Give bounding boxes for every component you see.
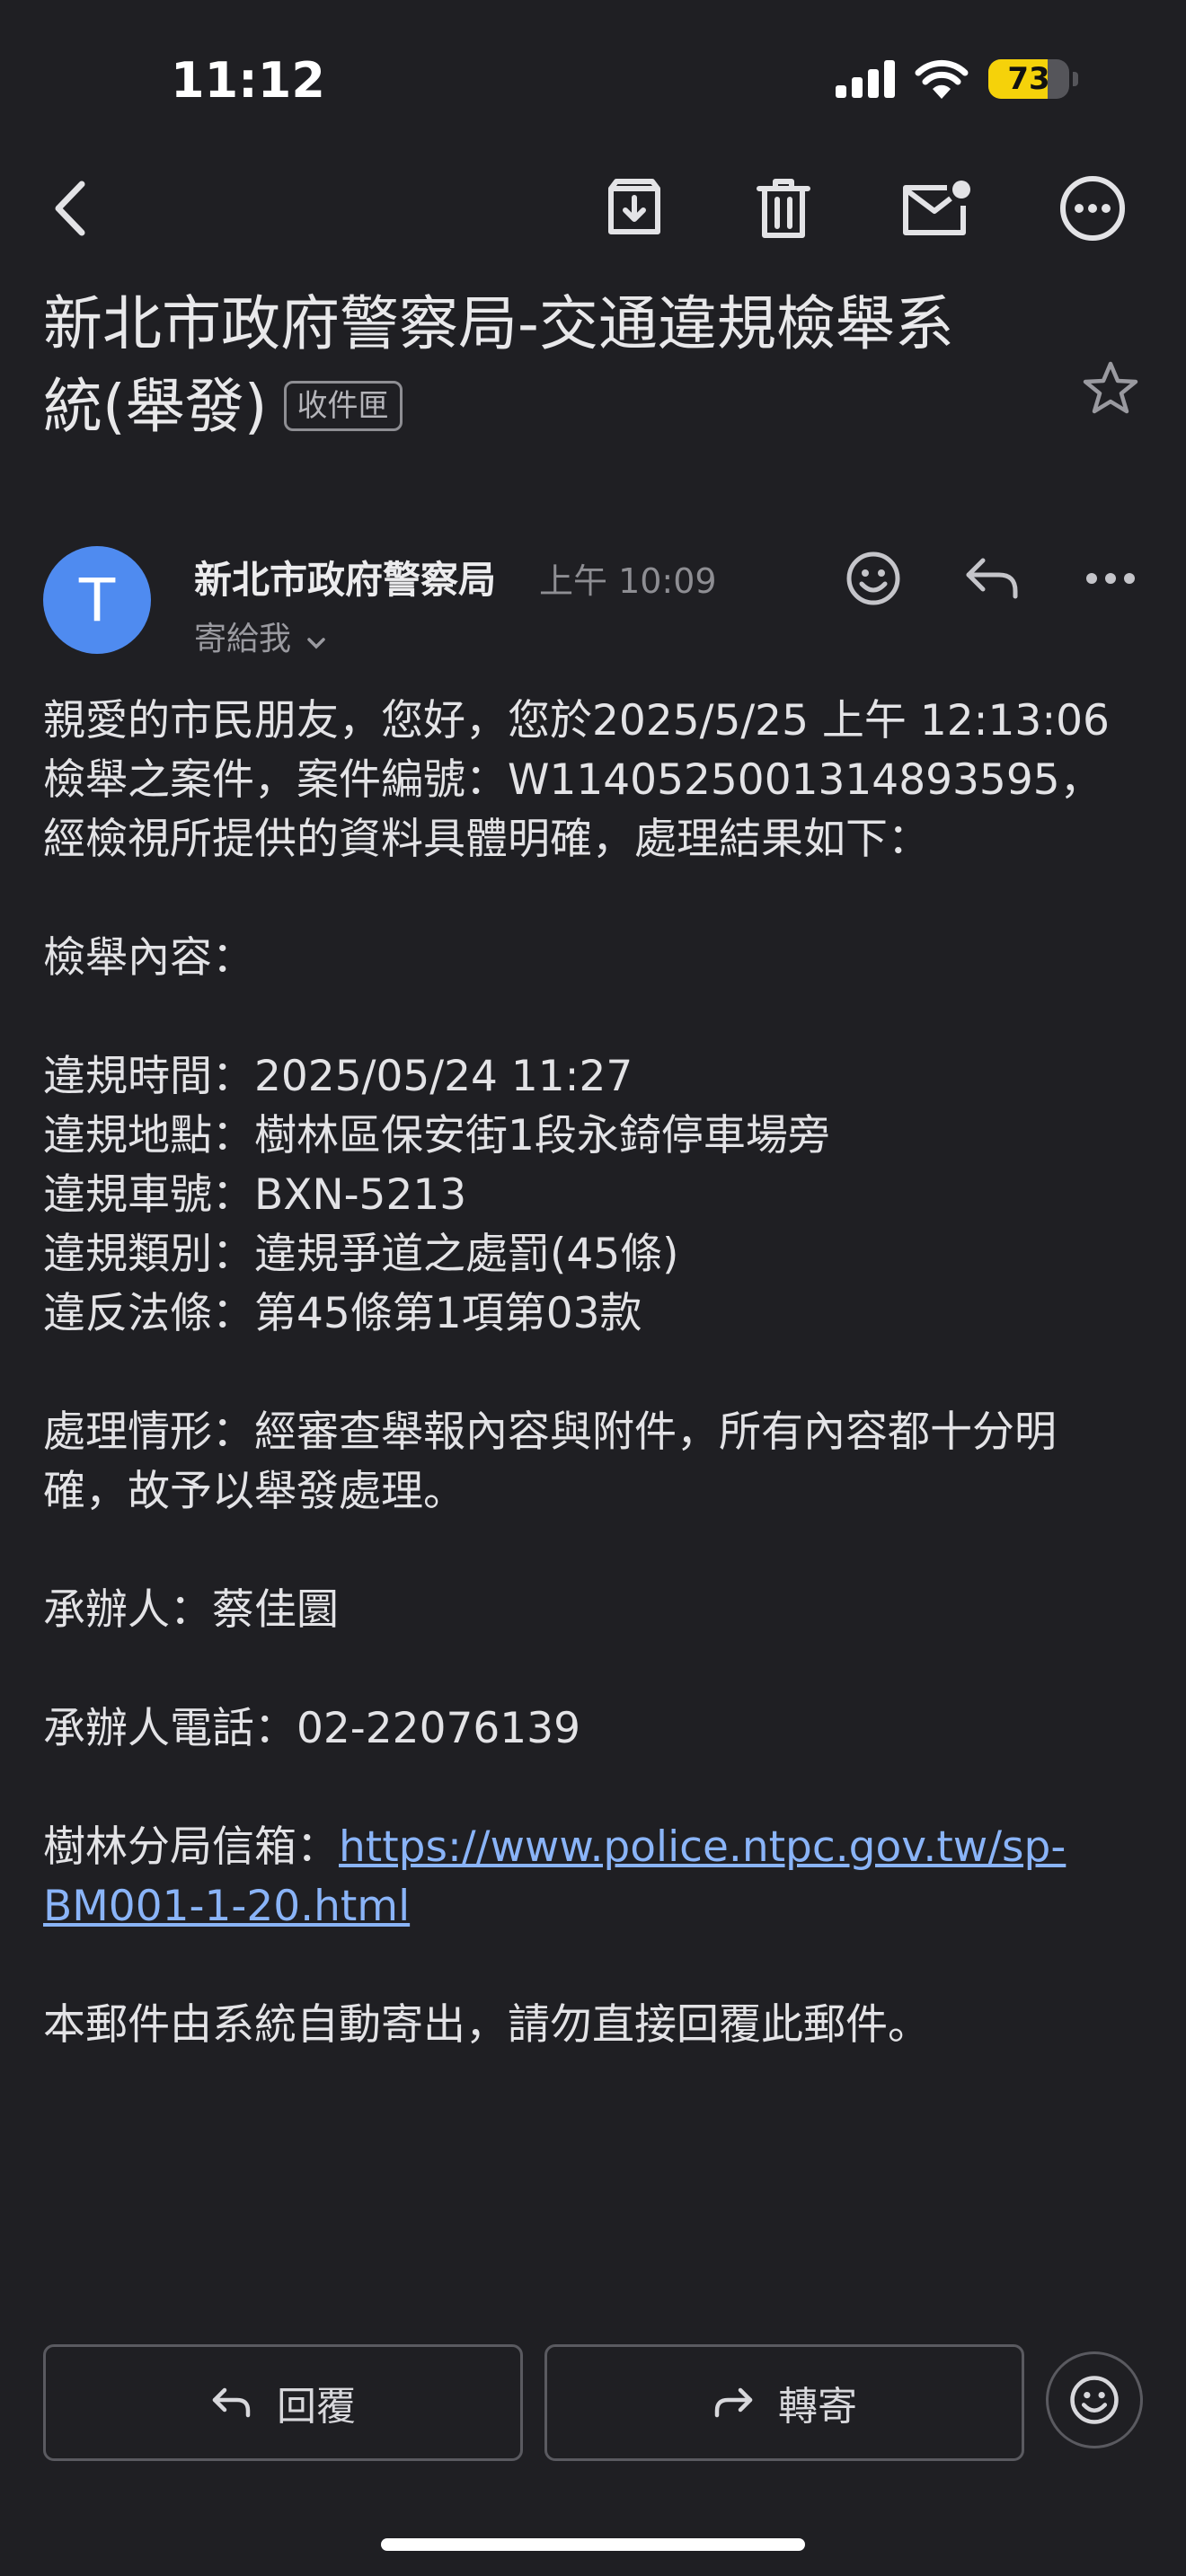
archive-button[interactable] — [589, 163, 679, 253]
body-category: 違規類別：違規爭道之處罰(45條) — [43, 1230, 679, 1279]
body-intro-1: 親愛的市民朋友，您好，您於2025/5/25 上午 12:13:06 — [43, 696, 1110, 745]
status-icons: 73 — [836, 59, 1078, 99]
star-button[interactable] — [1066, 343, 1155, 433]
status-time: 11:12 — [171, 52, 325, 109]
delete-button[interactable] — [739, 163, 828, 253]
message-more-button[interactable] — [1066, 534, 1155, 623]
battery-nub — [1073, 72, 1078, 86]
email-subject: 新北市政府警察局-交通違規檢舉系 統(舉發) 收件匣 — [43, 283, 1040, 448]
reply-arrow-icon — [212, 2387, 251, 2418]
chevron-down-icon — [307, 638, 326, 649]
body-intro-2: 檢舉之案件，案件編號：W1140525001314893595， — [43, 755, 1102, 805]
body-footer: 本郵件由系統自動寄出，請勿直接回覆此郵件。 — [43, 2000, 930, 2050]
more-options-button[interactable] — [1048, 163, 1137, 253]
body-officer: 承辦人：蔡佳圜 — [43, 1585, 339, 1635]
battery-level: 73 — [1007, 61, 1050, 97]
mark-unread-button[interactable] — [891, 163, 981, 253]
back-button[interactable] — [25, 163, 115, 253]
body-violation-place: 違規地點：樹林區保安街1段永錡停車場旁 — [43, 1111, 830, 1160]
wifi-icon — [915, 59, 969, 99]
reply-bottom-button[interactable]: 回覆 — [43, 2344, 523, 2461]
emoji-icon — [846, 551, 900, 605]
back-icon — [55, 181, 85, 236]
recipient-toggle[interactable]: 寄給我 — [194, 613, 326, 659]
mailbox-link-part-2[interactable]: BM001-1-20.html — [43, 1882, 410, 1931]
body-handling-2: 確，故予以舉發處理。 — [43, 1467, 465, 1516]
reply-icon — [966, 558, 1018, 599]
reply-button[interactable] — [947, 534, 1037, 623]
subject-line-1: 新北市政府警察局-交通違規檢舉系 — [43, 289, 954, 358]
body-law: 違反法條：第45條第1項第03款 — [43, 1289, 642, 1338]
battery-icon: 73 — [988, 59, 1069, 99]
recipient-label: 寄給我 — [194, 621, 292, 657]
body-mailbox: 樹林分局信箱：https://www.police.ntpc.gov.tw/sp… — [43, 1818, 1157, 1877]
delete-icon — [757, 179, 810, 238]
body-content-heading: 檢舉內容： — [43, 933, 254, 983]
forward-label: 轉寄 — [778, 2384, 857, 2430]
inbox-label[interactable]: 收件匣 — [283, 381, 403, 431]
subject-line-2: 統(舉發) — [43, 372, 268, 441]
add-reaction-button[interactable] — [828, 534, 918, 623]
reply-label: 回覆 — [277, 2384, 356, 2430]
email-screen: 11:12 73 新北市政府警察局-交通違規檢舉系 統(舉發) 收件匣 T 新北… — [0, 0, 1186, 2576]
mailbox-label: 樹林分局信箱： — [43, 1822, 339, 1872]
body-handling-1: 處理情形：經審查舉報內容與附件，所有內容都十分明 — [43, 1407, 1057, 1457]
emoji-icon — [1070, 2376, 1119, 2424]
archive-icon — [608, 179, 660, 234]
home-indicator[interactable] — [381, 2538, 805, 2551]
mailbox-link-part-1[interactable]: https://www.police.ntpc.gov.tw/sp- — [339, 1822, 1066, 1872]
forward-button[interactable]: 轉寄 — [544, 2344, 1024, 2461]
body-plate: 違規車號：BXN-5213 — [43, 1170, 467, 1220]
forward-arrow-icon — [714, 2387, 753, 2418]
star-icon — [1083, 361, 1138, 414]
sender-name: 新北市政府警察局 — [194, 558, 497, 602]
body-violation-time: 違規時間：2025/05/24 11:27 — [43, 1052, 633, 1101]
email-time: 上午 10:09 — [539, 561, 717, 601]
emoji-reaction-button[interactable] — [1046, 2351, 1143, 2448]
cellular-signal-icon — [836, 60, 895, 98]
body-phone: 承辦人電話：02-22076139 — [43, 1704, 580, 1753]
email-body: 親愛的市民朋友，您好，您於2025/5/25 上午 12:13:06 檢舉之案件… — [43, 692, 1157, 2055]
body-intro-3: 經檢視所提供的資料具體明確，處理結果如下： — [43, 815, 930, 864]
more-horizontal-icon — [1086, 573, 1135, 584]
more-icon — [1060, 176, 1125, 241]
mark-unread-icon — [903, 181, 970, 235]
sender-avatar[interactable]: T — [43, 546, 151, 654]
